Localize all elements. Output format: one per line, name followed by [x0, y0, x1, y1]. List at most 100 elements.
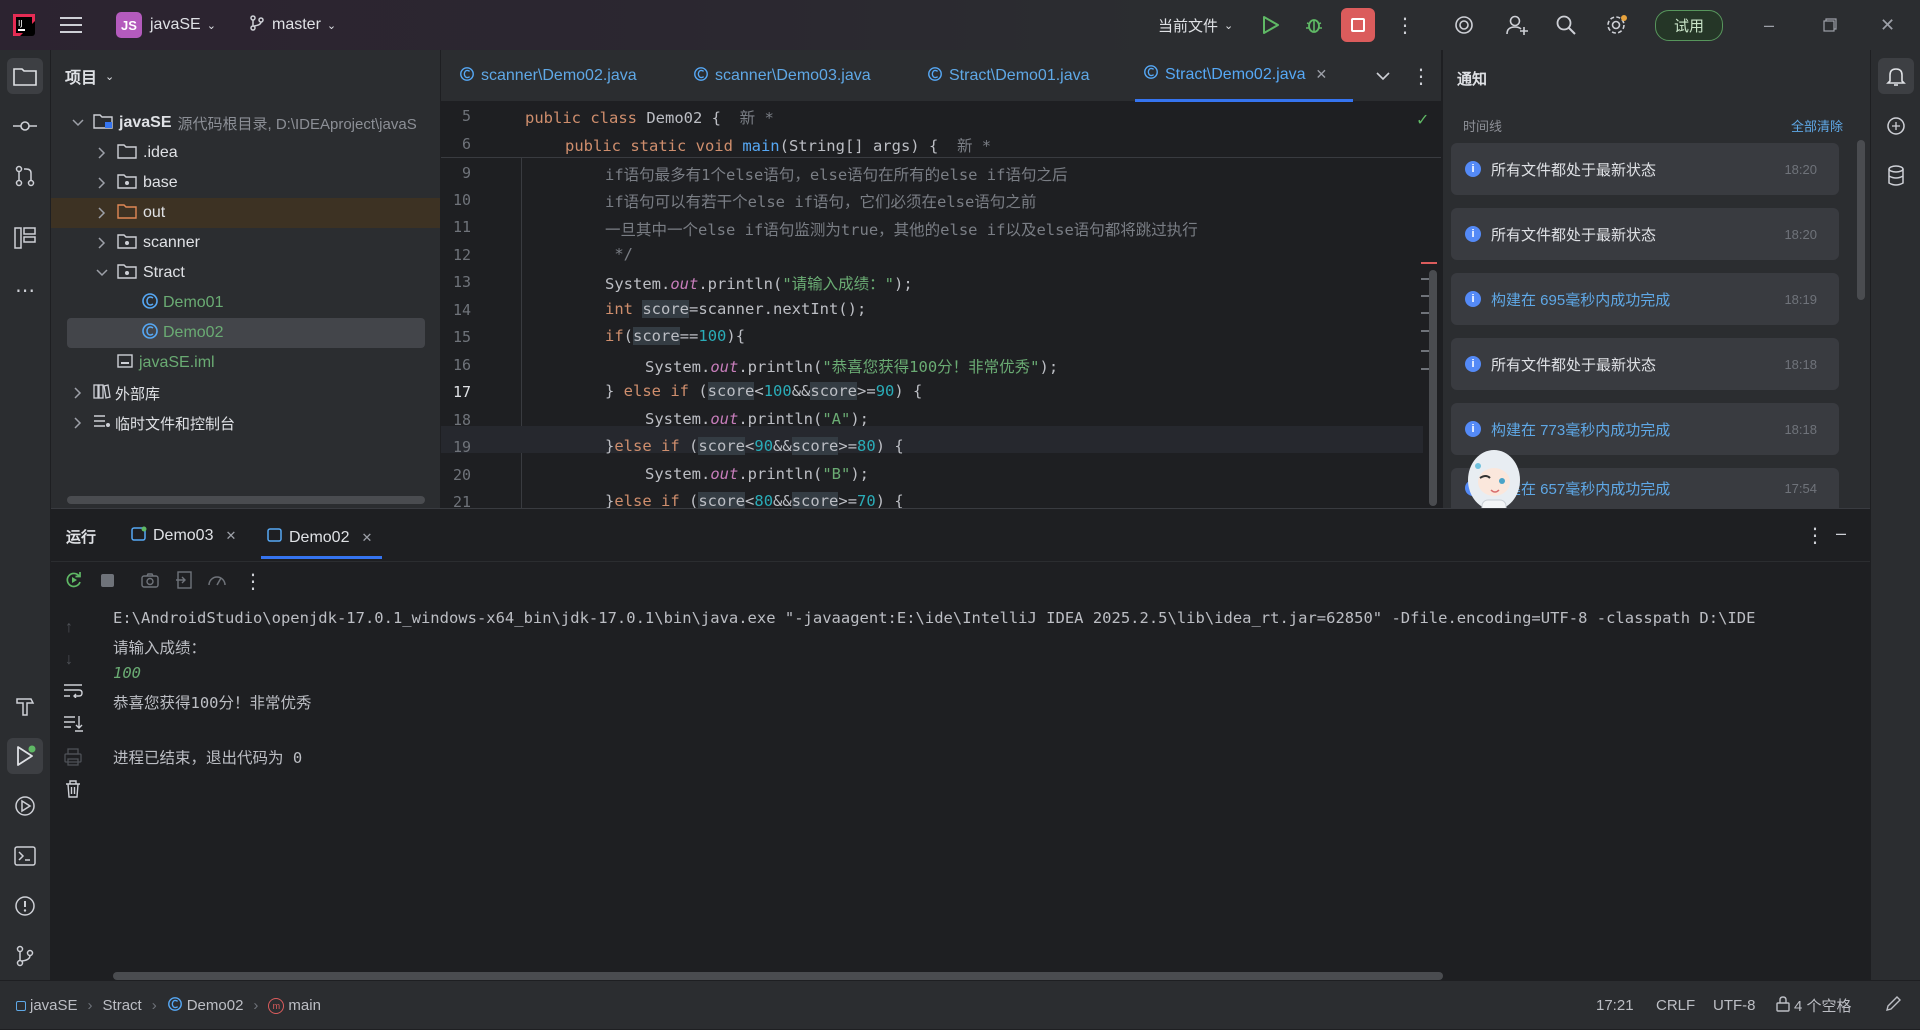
run-panel-more-icon[interactable]: ⋮	[1805, 523, 1825, 548]
tab-stract-demo02-active[interactable]: Stract\Demo02.java ✕	[1135, 50, 1353, 102]
notification-card[interactable]: i 所有文件都处于最新状态 18:18	[1451, 338, 1839, 390]
code-line-13[interactable]: System.out.println("请输入成绩：");	[605, 272, 913, 294]
scroll-down-icon[interactable]: ↓	[65, 651, 73, 669]
code-line-5[interactable]: public class Demo02 { 新 *	[525, 106, 774, 128]
git-icon[interactable]	[7, 938, 43, 974]
camera-icon[interactable]	[141, 572, 159, 593]
run-tab-demo03[interactable]: Demo03 ✕	[131, 519, 236, 553]
run-tab-demo02-active[interactable]: Demo02 ✕	[261, 519, 383, 559]
close-tab-icon[interactable]: ✕	[225, 528, 236, 544]
project-switcher[interactable]: JS javaSE ⌄	[116, 0, 216, 50]
tree-item-stract[interactable]: Stract	[51, 258, 440, 288]
debug-icon[interactable]	[1304, 0, 1324, 50]
search-icon[interactable]	[1555, 0, 1577, 50]
tree-item-demo02[interactable]: Demo02	[51, 318, 440, 348]
no-problems-check-icon[interactable]: ✓	[1416, 110, 1429, 130]
notification-link[interactable]: 构建在 657毫秒内成功完成	[1491, 478, 1784, 499]
code-line-14[interactable]: int score=scanner.nextInt();	[605, 300, 866, 318]
breadcrumb-item[interactable]: main	[288, 997, 321, 1014]
notification-card[interactable]: i 所有文件都处于最新状态 18:20	[1451, 143, 1839, 195]
file-encoding[interactable]: UTF-8	[1713, 981, 1756, 1030]
soft-wrap-icon[interactable]	[63, 682, 83, 703]
minimize-icon[interactable]: –	[1764, 0, 1774, 50]
pull-requests-icon[interactable]	[7, 158, 43, 194]
code-line-11[interactable]: 一旦其中一个else if语句监测为true，其他的else if以及else语…	[605, 218, 1198, 240]
main-menu-icon[interactable]	[60, 0, 82, 50]
notification-card[interactable]: i 构建在 695毫秒内成功完成 18:19	[1451, 273, 1839, 325]
breadcrumb-item[interactable]: Stract	[103, 997, 142, 1014]
breadcrumb-item[interactable]: javaSE	[30, 997, 78, 1014]
hide-panel-icon[interactable]: –	[1836, 523, 1846, 544]
run-icon[interactable]	[1262, 0, 1280, 50]
add-user-icon[interactable]	[1505, 0, 1529, 50]
console-horizontal-scrollbar[interactable]	[113, 972, 1443, 980]
ai-chat-icon[interactable]	[1878, 108, 1914, 144]
gauge-icon[interactable]	[207, 571, 227, 594]
code-line-12[interactable]: */	[605, 245, 633, 263]
tree-item-external-libraries[interactable]: 外部库	[51, 378, 440, 408]
code-line-20[interactable]: System.out.println("B");	[645, 465, 869, 483]
code-line-9[interactable]: if语句最多有1个else语句，else语句在所有的else if语句之后	[605, 163, 1067, 185]
cursor-position[interactable]: 17:21	[1596, 981, 1634, 1030]
intellij-logo-icon[interactable]: IJ	[12, 0, 36, 50]
branch-switcher[interactable]: master ⌄	[250, 0, 336, 50]
notification-link[interactable]: 构建在 773毫秒内成功完成	[1491, 419, 1784, 440]
indent-setting[interactable]: 4 个空格	[1776, 981, 1852, 1030]
notification-card[interactable]: i 所有文件都处于最新状态 18:20	[1451, 208, 1839, 260]
notifications-bell-icon[interactable]	[1878, 58, 1914, 94]
error-stripe-marker[interactable]	[1421, 262, 1437, 264]
code-line-15[interactable]: if(score==100){	[605, 327, 745, 345]
restore-icon[interactable]	[1823, 0, 1837, 50]
commit-tool-icon[interactable]	[7, 108, 43, 144]
read-only-toggle-icon[interactable]	[1884, 995, 1902, 1018]
more-tools-icon[interactable]: ⋯	[7, 272, 43, 308]
close-window-icon[interactable]: ✕	[1880, 0, 1895, 50]
project-tool-icon[interactable]	[7, 58, 43, 94]
clear-all-link[interactable]: 全部清除	[1791, 116, 1843, 135]
tab-scanner-demo02[interactable]: scanner\Demo02.java	[459, 50, 637, 102]
run-tool-icon[interactable]	[7, 738, 43, 774]
tree-item-demo01[interactable]: Demo01	[51, 288, 440, 318]
code-line-18[interactable]: System.out.println("A");	[645, 410, 869, 428]
run-config-selector[interactable]: 当前文件 ⌄	[1158, 0, 1233, 50]
tab-list-chevron-icon[interactable]	[1376, 50, 1390, 102]
close-tab-icon[interactable]: ✕	[361, 530, 372, 546]
code-line-16[interactable]: System.out.println("恭喜您获得100分！非常优秀");	[645, 355, 1058, 377]
code-line-21[interactable]: }else if (score<80&&score>=70) {	[605, 492, 904, 508]
line-separator[interactable]: CRLF	[1656, 981, 1695, 1030]
problems-icon[interactable]	[7, 888, 43, 924]
tree-item-idea[interactable]: .idea	[51, 138, 440, 168]
database-icon[interactable]	[1878, 158, 1914, 194]
scroll-up-icon[interactable]: ↑	[65, 619, 73, 637]
stop-process-icon[interactable]	[101, 574, 114, 587]
exit-icon[interactable]	[175, 571, 193, 594]
tab-stract-demo01[interactable]: Stract\Demo01.java	[927, 50, 1090, 102]
notification-link[interactable]: 构建在 695毫秒内成功完成	[1491, 289, 1784, 310]
code-line-19[interactable]: }else if (score<90&&score>=80) {	[605, 437, 904, 455]
project-panel-header[interactable]: 项目 ⌄	[65, 64, 114, 88]
structure-tool-icon[interactable]	[7, 220, 43, 256]
stop-button[interactable]	[1341, 0, 1375, 50]
more-actions-icon[interactable]: ⋮	[1395, 0, 1415, 50]
rerun-icon[interactable]	[65, 571, 83, 594]
scroll-to-end-icon[interactable]	[63, 714, 83, 737]
breadcrumb-item[interactable]: Demo02	[187, 997, 244, 1014]
trash-icon[interactable]	[65, 780, 81, 803]
tree-item-scratches[interactable]: 临时文件和控制台	[51, 408, 440, 438]
code-line-6[interactable]: public static void main(String[] args) {…	[565, 134, 991, 156]
print-icon[interactable]	[64, 748, 82, 771]
notifications-scrollbar[interactable]	[1857, 140, 1865, 300]
tab-more-icon[interactable]: ⋮	[1411, 50, 1431, 102]
tab-scanner-demo03[interactable]: scanner\Demo03.java	[693, 50, 871, 102]
terminal-icon[interactable]	[7, 838, 43, 874]
build-hammer-icon[interactable]	[7, 688, 43, 724]
services-icon[interactable]	[7, 788, 43, 824]
code-line-10[interactable]: if语句可以有若干个else if语句，它们必须在else语句之前	[605, 190, 1036, 212]
vertical-scrollbar[interactable]	[1429, 270, 1437, 506]
tree-item-iml[interactable]: javaSE.iml	[51, 348, 440, 378]
ai-assistant-icon[interactable]	[1453, 0, 1475, 50]
close-tab-icon[interactable]: ✕	[1316, 66, 1328, 83]
tree-root-javase[interactable]: javaSE 源代码根目录, D:\IDEAproject\javaSE	[51, 108, 440, 138]
trial-button[interactable]: 试用	[1655, 0, 1724, 50]
settings-gear-icon[interactable]	[1605, 0, 1629, 50]
